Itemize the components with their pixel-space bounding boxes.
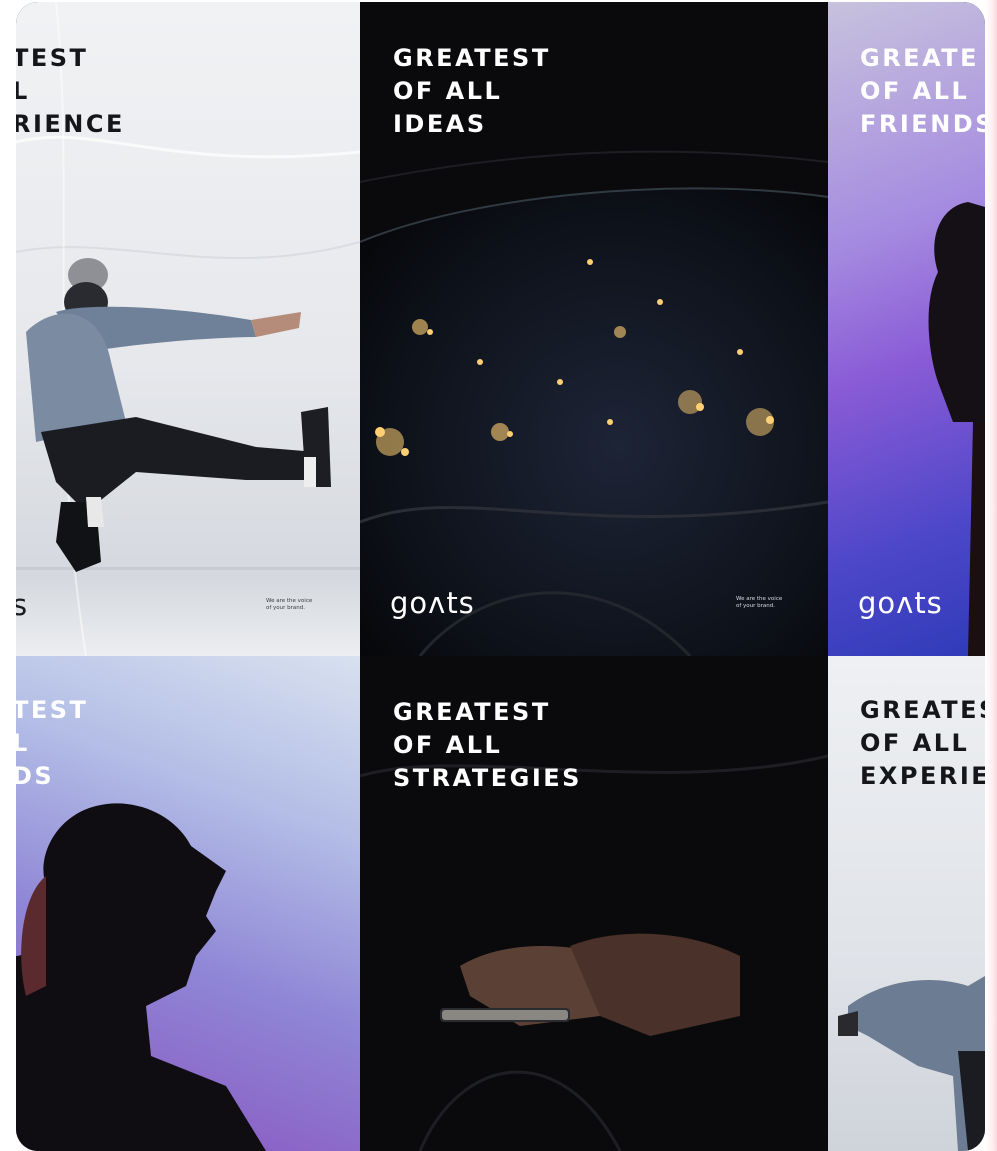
poster-experience-dancer: TEST L RIENCE s We are the voice of your… <box>16 2 360 656</box>
brand-logo: s <box>16 588 29 622</box>
poster-friends-silhouette: GREATE OF ALL FRIENDS goʌts <box>828 2 985 656</box>
poster-ideas-earth: GREATEST OF ALL IDEAS goʌts We are the v… <box>360 2 828 656</box>
poster-headline: TEST L DS <box>16 696 89 790</box>
poster-headline: TEST L RIENCE <box>16 44 125 138</box>
poster-friends-silhouette-large: TEST L DS <box>16 656 360 1151</box>
brand-tagline: We are the voice of your brand. <box>736 596 783 609</box>
poster-strategies-phone: GREATEST OF ALL STRATEGIES <box>360 656 828 1151</box>
brand-logo: goʌts <box>858 586 943 620</box>
poster-headline: GREATE OF ALL FRIENDS <box>860 44 985 138</box>
poster-headline: GREATEST OF ALL IDEAS <box>393 44 551 138</box>
poster-headline: GREATES OF ALL EXPERIE <box>860 696 985 790</box>
brand-tagline: We are the voice of your brand. <box>266 598 313 611</box>
page-right-edge <box>985 0 997 1151</box>
brand-logo: goʌts <box>390 586 475 620</box>
poster-headline: GREATEST OF ALL STRATEGIES <box>393 698 582 792</box>
poster-experience-jacket: GREATES OF ALL EXPERIE <box>828 656 985 1151</box>
poster-grid: TEST L RIENCE s We are the voice of your… <box>16 2 985 1151</box>
